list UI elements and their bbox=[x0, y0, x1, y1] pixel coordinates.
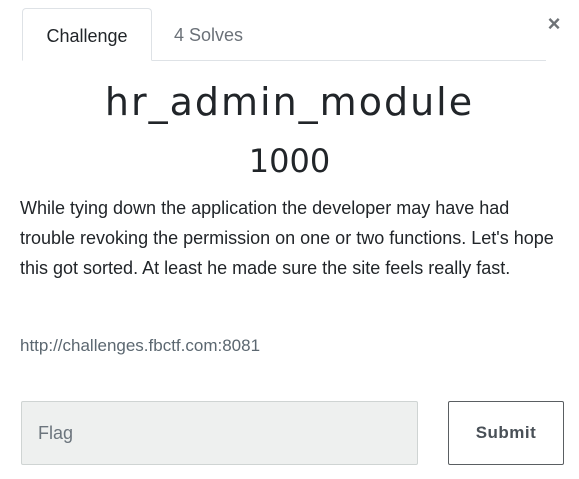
close-icon[interactable]: × bbox=[544, 12, 564, 36]
challenge-name: hr_admin_module bbox=[104, 80, 475, 124]
challenge-link[interactable]: http://challenges.fbctf.com:8081 bbox=[20, 336, 260, 356]
challenge-description: While tying down the application the dev… bbox=[20, 198, 554, 278]
tab-solves[interactable]: 4 Solves bbox=[152, 8, 265, 60]
challenge-tabs: Challenge 4 Solves bbox=[22, 8, 546, 61]
flag-input[interactable] bbox=[21, 401, 418, 465]
submit-button[interactable]: Submit bbox=[448, 401, 564, 465]
challenge-modal: Challenge 4 Solves × hr_admin_module 100… bbox=[0, 0, 579, 479]
challenge-value: 1000 bbox=[248, 142, 331, 180]
tab-challenge[interactable]: Challenge bbox=[22, 8, 152, 61]
